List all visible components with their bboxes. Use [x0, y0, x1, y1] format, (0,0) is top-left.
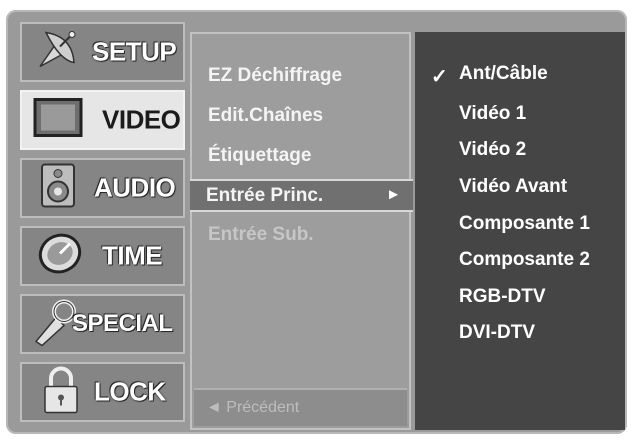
- category-label: LOCK: [94, 376, 166, 407]
- category-special[interactable]: SPECIAL: [20, 294, 185, 354]
- padlock-icon: [42, 365, 80, 420]
- submenu-item-etiquettage[interactable]: Étiquettage: [208, 145, 311, 167]
- category-label: SPECIAL: [72, 310, 173, 337]
- category-time[interactable]: TIME: [20, 226, 185, 286]
- category-label: AUDIO: [94, 172, 176, 203]
- back-button[interactable]: ◄ Précédent: [194, 388, 407, 426]
- option-composante-1[interactable]: Composante 1: [459, 213, 590, 235]
- submenu-item-label: Entrée Princ.: [206, 185, 324, 206]
- option-ant-cable[interactable]: Ant/Câble: [459, 63, 548, 85]
- category-setup[interactable]: SETUP: [20, 22, 185, 82]
- clock-icon: [36, 230, 84, 283]
- back-label: ◄ Précédent: [206, 399, 300, 416]
- submenu-item-entree-princ[interactable]: Entrée Princ. ►: [190, 179, 413, 212]
- submenu-item-ez-dechiffrage[interactable]: EZ Déchiffrage: [208, 65, 342, 87]
- option-video-2[interactable]: Vidéo 2: [459, 139, 526, 161]
- submenu-panel: EZ Déchiffrage Edit.Chaînes Étiquettage …: [190, 32, 413, 430]
- category-audio[interactable]: AUDIO: [20, 158, 185, 218]
- options-panel: ✓ Ant/Câble Vidéo 1 Vidéo 2 Vidéo Avant …: [415, 32, 625, 430]
- category-label: VIDEO: [102, 104, 181, 135]
- category-label: TIME: [102, 240, 163, 271]
- submenu-item-edit-chaines[interactable]: Edit.Chaînes: [208, 105, 323, 127]
- category-label: SETUP: [92, 36, 177, 67]
- osd-menu: SETUP VIDEO AUDIO TIME SPECIAL LOCK EZ D…: [6, 10, 627, 434]
- arrow-right-icon: ►: [386, 186, 401, 203]
- video-screen-icon: [32, 96, 84, 145]
- satellite-dish-icon: [32, 25, 82, 80]
- submenu-item-entree-sub[interactable]: Entrée Sub.: [208, 224, 314, 246]
- category-lock[interactable]: LOCK: [20, 362, 185, 422]
- checkmark-icon: ✓: [431, 66, 448, 88]
- category-video[interactable]: VIDEO: [20, 90, 185, 150]
- option-rgb-dtv[interactable]: RGB-DTV: [459, 286, 546, 308]
- option-dvi-dtv[interactable]: DVI-DTV: [459, 322, 535, 344]
- speaker-icon: [38, 162, 78, 215]
- option-composante-2[interactable]: Composante 2: [459, 249, 590, 271]
- option-video-avant[interactable]: Vidéo Avant: [459, 176, 567, 198]
- option-video-1[interactable]: Vidéo 1: [459, 103, 526, 125]
